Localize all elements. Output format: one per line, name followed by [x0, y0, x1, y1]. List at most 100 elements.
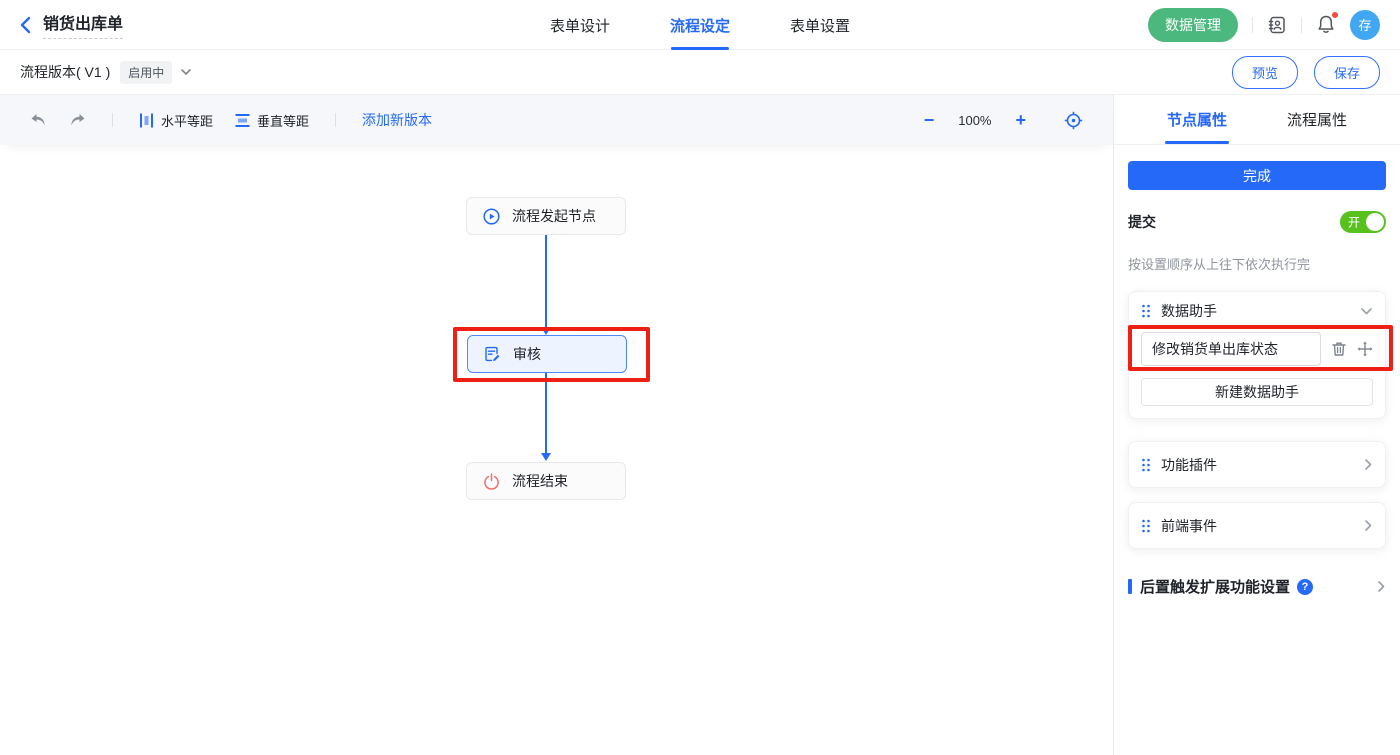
delete-item-button[interactable] — [1331, 341, 1347, 357]
trash-icon — [1331, 341, 1347, 357]
status-badge: 启用中 — [120, 61, 172, 84]
redo-button[interactable] — [69, 113, 86, 127]
version-bar: 流程版本( V1 ) 启用中 预览 保存 — [0, 50, 1400, 95]
flow-canvas[interactable]: 流程发起节点 审核 — [0, 145, 1113, 755]
frontend-event-card-header[interactable]: 前端事件 — [1129, 503, 1385, 548]
flow-node-end[interactable]: 流程结束 — [466, 462, 626, 500]
post-trigger-settings-row[interactable]: 后置触发扩展功能设置 ? — [1128, 576, 1386, 597]
chevron-right-icon[interactable] — [1364, 458, 1373, 471]
submit-row: 提交 开 — [1128, 211, 1386, 233]
play-circle-icon — [483, 208, 500, 225]
submit-label: 提交 — [1128, 212, 1156, 232]
toolbar-left: 水平等距 垂直等距 添加新版本 — [30, 110, 432, 130]
frontend-event-card-title: 前端事件 — [1161, 516, 1354, 536]
notification-badge — [1331, 11, 1339, 19]
divider — [1301, 17, 1302, 33]
drag-handle-icon[interactable] — [1141, 519, 1151, 533]
properties-panel: 节点属性 流程属性 完成 提交 开 按设置顺序从上往下依次执行完 — [1113, 95, 1400, 755]
flow-node-audit[interactable]: 审核 — [467, 335, 627, 373]
horizontal-spacing-button[interactable]: 水平等距 — [139, 111, 213, 130]
divider — [335, 113, 336, 127]
toolbar-zoom-controls: − 100% + — [924, 111, 1083, 130]
center-canvas-button[interactable] — [1064, 111, 1083, 130]
arrow-down-icon — [541, 327, 551, 335]
flow-node-start[interactable]: 流程发起节点 — [466, 197, 626, 235]
flow-node-label: 流程结束 — [512, 471, 568, 491]
canvas-column: 水平等距 垂直等距 添加新版本 − 100% + — [0, 95, 1113, 755]
chevron-down-icon — [180, 68, 192, 76]
vertical-spacing-icon — [235, 113, 250, 128]
save-button[interactable]: 保存 — [1314, 56, 1380, 89]
help-icon[interactable]: ? — [1297, 579, 1313, 595]
horizontal-spacing-label: 水平等距 — [161, 111, 213, 130]
main-area: 水平等距 垂直等距 添加新版本 − 100% + — [0, 95, 1400, 755]
data-assistant-card-header[interactable]: 数据助手 — [1129, 292, 1385, 330]
zoom-level: 100% — [958, 113, 991, 128]
contacts-book-icon — [1267, 15, 1287, 35]
tab-form-design[interactable]: 表单设计 — [550, 0, 610, 50]
drag-handle-icon[interactable] — [1141, 304, 1151, 318]
execution-order-hint: 按设置顺序从上往下依次执行完 — [1128, 254, 1386, 273]
undo-icon — [30, 113, 47, 127]
tab-flow-setting[interactable]: 流程设定 — [670, 0, 730, 50]
avatar[interactable]: 存 — [1350, 10, 1380, 40]
drag-handle-icon[interactable] — [1141, 458, 1151, 472]
arrow-down-icon — [541, 453, 551, 461]
zoom-in-button[interactable]: + — [1015, 111, 1026, 129]
undo-button[interactable] — [30, 113, 47, 127]
horizontal-spacing-icon — [139, 113, 154, 128]
notifications-button[interactable] — [1316, 14, 1336, 35]
move-icon — [1357, 341, 1373, 357]
post-trigger-title: 后置触发扩展功能设置 — [1140, 576, 1290, 597]
data-assistant-title: 数据助手 — [1161, 301, 1350, 321]
flow-connector — [545, 235, 547, 327]
vertical-spacing-button[interactable]: 垂直等距 — [235, 111, 309, 130]
redo-icon — [69, 113, 86, 127]
chevron-down-icon[interactable] — [1360, 307, 1373, 316]
zoom-out-button[interactable]: − — [924, 111, 935, 129]
frontend-event-card: 前端事件 — [1128, 502, 1386, 549]
tab-node-properties[interactable]: 节点属性 — [1167, 95, 1227, 144]
locate-target-icon — [1064, 111, 1083, 130]
panel-body: 完成 提交 开 按设置顺序从上往下依次执行完 数据助手 — [1114, 145, 1400, 613]
data-manage-button[interactable]: 数据管理 — [1148, 8, 1238, 42]
data-assistant-item[interactable]: 修改销货单出库状态 — [1141, 332, 1321, 366]
vertical-spacing-label: 垂直等距 — [257, 111, 309, 130]
submit-toggle[interactable]: 开 — [1340, 211, 1386, 233]
contacts-book-button[interactable] — [1267, 15, 1287, 35]
power-icon — [483, 473, 500, 490]
toggle-knob — [1366, 213, 1384, 231]
edit-document-icon — [484, 346, 501, 363]
done-button[interactable]: 完成 — [1128, 161, 1386, 190]
canvas-toolbar: 水平等距 垂直等距 添加新版本 − 100% + — [0, 95, 1113, 145]
plugin-card-title: 功能插件 — [1161, 455, 1354, 475]
preview-button[interactable]: 预览 — [1232, 56, 1298, 89]
flow-node-label: 流程发起节点 — [512, 206, 596, 226]
app-header: 销货出库单 表单设计 流程设定 表单设置 数据管理 存 — [0, 0, 1400, 50]
header-tabs: 表单设计 流程设定 表单设置 — [550, 0, 850, 50]
new-data-assistant-button[interactable]: 新建数据助手 — [1141, 378, 1373, 406]
panel-tabs: 节点属性 流程属性 — [1114, 95, 1400, 145]
chevron-left-icon — [20, 16, 31, 34]
flow-node-label: 审核 — [513, 344, 541, 364]
divider — [1252, 17, 1253, 33]
move-item-handle[interactable] — [1357, 341, 1373, 357]
plugin-card-header[interactable]: 功能插件 — [1129, 442, 1385, 487]
section-marker — [1128, 579, 1132, 594]
divider — [112, 113, 113, 127]
tab-form-setting[interactable]: 表单设置 — [790, 0, 850, 50]
header-right: 数据管理 存 — [1148, 8, 1380, 42]
flow-connector — [545, 373, 547, 453]
data-assistant-card: 数据助手 修改销货单出库状态 — [1128, 291, 1386, 419]
back-button[interactable] — [20, 16, 31, 34]
page-title: 销货出库单 — [43, 10, 123, 39]
tab-flow-properties[interactable]: 流程属性 — [1287, 95, 1347, 144]
chevron-right-icon[interactable] — [1364, 519, 1373, 532]
add-version-link[interactable]: 添加新版本 — [362, 110, 432, 130]
chevron-right-icon[interactable] — [1377, 580, 1386, 593]
toggle-on-text: 开 — [1348, 214, 1360, 231]
plugin-card: 功能插件 — [1128, 441, 1386, 488]
version-dropdown-button[interactable] — [180, 68, 192, 76]
data-assistant-item-row: 修改销货单出库状态 — [1129, 330, 1385, 372]
version-bar-actions: 预览 保存 — [1232, 56, 1380, 89]
